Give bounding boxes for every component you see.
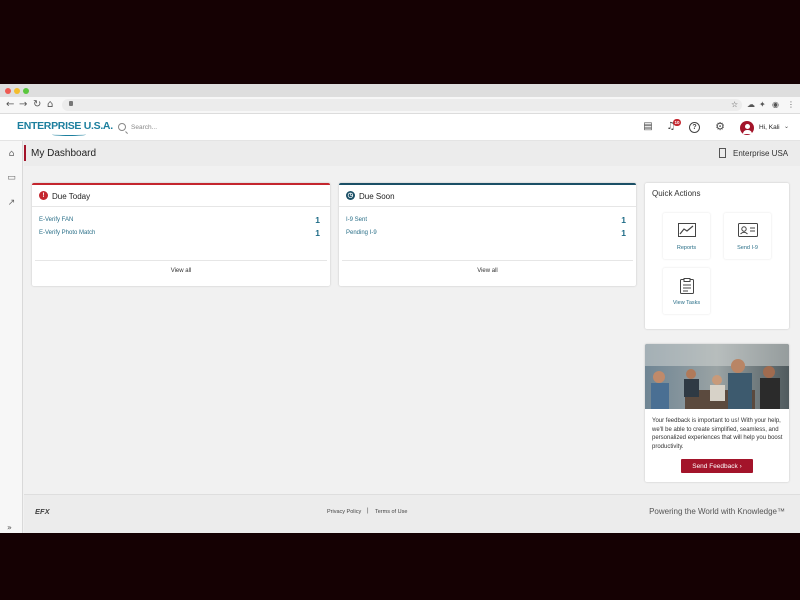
lock-icon xyxy=(69,101,73,106)
terms-of-use-link[interactable]: Terms of Use xyxy=(375,509,407,515)
forward-icon[interactable]: → xyxy=(19,98,27,112)
notification-badge: 10 xyxy=(673,119,681,126)
clipboard-icon xyxy=(663,278,710,292)
expand-sidebar-icon[interactable]: » xyxy=(7,523,12,532)
card-footer: View all xyxy=(342,260,633,286)
minimize-window-button[interactable] xyxy=(14,88,20,94)
quick-actions-card: Quick Actions Reports Send I-9 View Task… xyxy=(645,183,789,329)
task-row[interactable]: E-Verify FAN 1 xyxy=(39,215,320,227)
feedback-card: Your feedback is important to us! With y… xyxy=(645,344,789,482)
title-accent xyxy=(24,145,26,161)
tile-label: Send I-9 xyxy=(724,245,771,251)
card-title: Due Today xyxy=(52,192,90,201)
building-icon xyxy=(719,148,726,158)
due-soon-card: ◷ Due Soon I-9 Sent 1 Pending I-9 1 View… xyxy=(339,183,636,286)
gear-icon[interactable]: ⚙ xyxy=(714,121,726,133)
help-icon[interactable]: ? xyxy=(689,122,700,133)
browser-window: ← → ↻ ⌂ ☆ ☁ ✦ ◉ ⋮ ENTERPRISE U.S.A. ▤ ♫ … xyxy=(0,84,800,533)
tile-label: View Tasks xyxy=(663,300,710,306)
send-i9-tile[interactable]: Send I-9 xyxy=(724,213,771,259)
home-icon[interactable]: ⌂ xyxy=(47,98,53,112)
maximize-window-button[interactable] xyxy=(23,88,29,94)
task-count[interactable]: 1 xyxy=(621,215,626,225)
company-name: Enterprise USA xyxy=(733,149,788,158)
view-all-link[interactable]: View all xyxy=(342,268,633,274)
app-header: ENTERPRISE U.S.A. ▤ ♫ 10 ? ⚙ Hi, Kali ⌄ xyxy=(0,114,800,141)
back-icon[interactable]: ← xyxy=(6,98,14,112)
task-label[interactable]: I-9 Sent xyxy=(346,217,367,223)
logo-wave-icon xyxy=(52,133,86,136)
enterprise-logo[interactable]: ENTERPRISE U.S.A. xyxy=(17,120,113,132)
user-greeting[interactable]: Hi, Kali xyxy=(759,124,780,131)
feedback-text: Your feedback is important to us! With y… xyxy=(652,417,784,451)
sidebar-id-card-icon[interactable]: ▭ xyxy=(6,173,17,184)
task-label[interactable]: E-Verify Photo Match xyxy=(39,230,95,236)
task-label[interactable]: E-Verify FAN xyxy=(39,217,73,223)
card-title: Due Soon xyxy=(359,192,395,201)
task-count[interactable]: 1 xyxy=(621,228,626,238)
window-titlebar xyxy=(0,84,800,97)
address-bar[interactable] xyxy=(62,99,742,111)
quick-actions-title: Quick Actions xyxy=(652,189,700,198)
task-count[interactable]: 1 xyxy=(315,215,320,225)
close-window-button[interactable] xyxy=(5,88,11,94)
task-label[interactable]: Pending I-9 xyxy=(346,230,377,236)
due-today-card: ! Due Today E-Verify FAN 1 E-Verify Phot… xyxy=(32,183,330,286)
card-footer: View all xyxy=(35,260,327,286)
sidebar: ⌂ ▭ ↗ » xyxy=(0,141,23,533)
footer-separator: | xyxy=(367,508,369,514)
card-header: ! Due Today xyxy=(32,185,330,207)
bookmark-star-icon[interactable]: ☆ xyxy=(731,99,738,111)
sidebar-home-icon[interactable]: ⌂ xyxy=(6,149,17,160)
profile-icon[interactable]: ◉ xyxy=(772,99,779,111)
sidebar-analytics-icon[interactable]: ↗ xyxy=(6,198,17,209)
privacy-policy-link[interactable]: Privacy Policy xyxy=(327,509,361,515)
extensions-icon[interactable]: ✦ xyxy=(759,99,766,111)
tile-label: Reports xyxy=(663,245,710,251)
tasks-clipboard-icon[interactable]: ▤ xyxy=(642,121,654,133)
browser-toolbar: ← → ↻ ⌂ ☆ ☁ ✦ ◉ ⋮ xyxy=(0,97,800,114)
footer-tagline: Powering the World with Knowledge™ xyxy=(649,507,785,516)
search-icon xyxy=(118,123,126,131)
cloud-icon[interactable]: ☁ xyxy=(747,99,755,111)
team-photo xyxy=(645,344,789,409)
efx-logo: EFX xyxy=(35,507,50,516)
chevron-down-icon[interactable]: ⌄ xyxy=(784,123,789,130)
reports-tile[interactable]: Reports xyxy=(663,213,710,259)
chart-line-icon xyxy=(663,223,710,237)
search-input[interactable] xyxy=(131,122,251,133)
alert-icon: ! xyxy=(39,191,48,200)
card-header: ◷ Due Soon xyxy=(339,185,636,207)
clock-icon: ◷ xyxy=(346,191,355,200)
reload-icon[interactable]: ↻ xyxy=(33,98,41,112)
view-tasks-tile[interactable]: View Tasks xyxy=(663,268,710,314)
page-title: My Dashboard xyxy=(31,148,96,159)
task-row[interactable]: E-Verify Photo Match 1 xyxy=(39,228,320,240)
page-header: My Dashboard Enterprise USA xyxy=(24,141,800,166)
view-all-link[interactable]: View all xyxy=(35,268,327,274)
task-row[interactable]: I-9 Sent 1 xyxy=(346,215,626,227)
more-menu-icon[interactable]: ⋮ xyxy=(787,99,795,111)
avatar[interactable] xyxy=(740,121,754,135)
id-card-icon xyxy=(724,223,771,237)
page-footer: EFX Privacy Policy | Terms of Use Poweri… xyxy=(24,494,800,533)
send-feedback-button[interactable]: Send Feedback › xyxy=(681,459,753,473)
task-count[interactable]: 1 xyxy=(315,228,320,238)
task-row[interactable]: Pending I-9 1 xyxy=(346,228,626,240)
